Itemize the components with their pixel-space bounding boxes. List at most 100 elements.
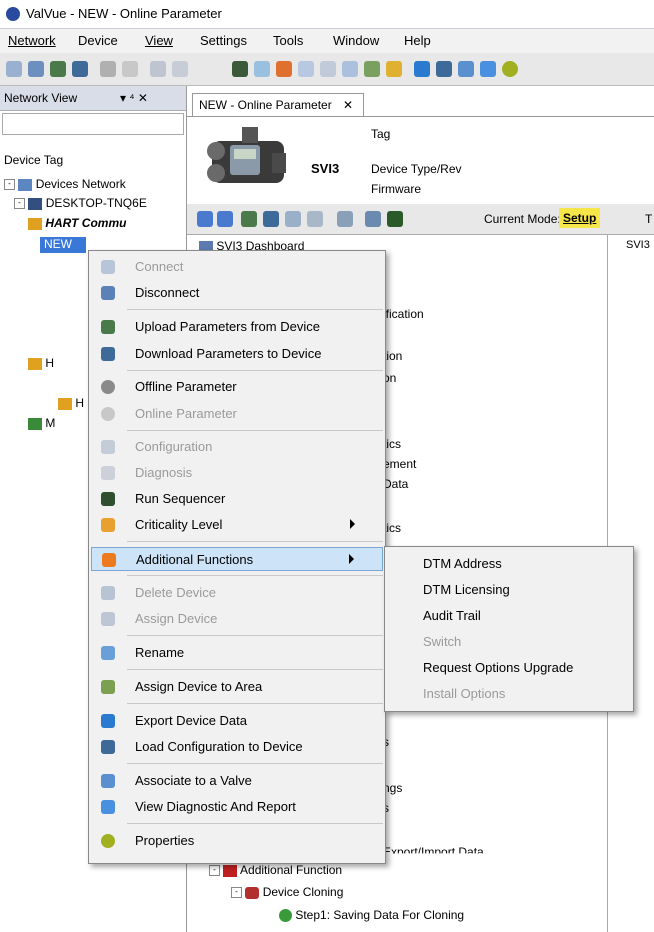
toolbar-sequencer-icon[interactable] xyxy=(232,61,248,77)
menu-upload-parameters[interactable]: Upload Parameters from Device xyxy=(89,315,385,339)
menu-diagnosis[interactable]: Diagnosis xyxy=(89,461,385,485)
upload-disabled-icon[interactable] xyxy=(285,211,301,227)
menu-additional-functions[interactable]: Additional Functions xyxy=(91,547,383,571)
window2-icon[interactable] xyxy=(217,211,233,227)
menu-rename[interactable]: Rename xyxy=(89,641,385,665)
menu-window[interactable]: Window xyxy=(333,33,379,48)
tree-label: HART Commu xyxy=(45,216,127,230)
menu-properties[interactable]: Properties xyxy=(89,829,385,853)
grid-icon[interactable] xyxy=(337,211,353,227)
download-disabled-icon[interactable] xyxy=(307,211,323,227)
tree-node-step1[interactable]: Step1: Saving Data For Cloning xyxy=(279,908,464,923)
tree-label: NEW xyxy=(44,237,72,251)
menu-assign-device[interactable]: Assign Device xyxy=(89,607,385,631)
menu-network[interactable]: Network xyxy=(8,33,56,48)
tab-online-parameter[interactable]: NEW - Online Parameter ✕ xyxy=(192,93,364,116)
menu-separator xyxy=(127,763,383,764)
upload-icon[interactable] xyxy=(241,211,257,227)
toolbar-connect-icon[interactable] xyxy=(6,61,22,77)
tree-node-export-import[interactable]: Export/Import Data xyxy=(383,845,484,853)
sequencer-icon xyxy=(101,492,115,506)
tree-item-devices-network[interactable]: - Devices Network xyxy=(4,177,126,191)
collapse-icon[interactable]: - xyxy=(231,887,242,899)
toolbar-assign-icon[interactable] xyxy=(320,61,336,77)
collapse-icon[interactable]: - xyxy=(4,179,15,191)
tree-item-m[interactable]: M xyxy=(28,416,55,430)
toolbar-load-config-icon[interactable] xyxy=(436,61,452,77)
window-icon[interactable] xyxy=(197,211,213,227)
toolbar-diagnosis-icon[interactable] xyxy=(172,61,188,77)
menu-settings[interactable]: Settings xyxy=(200,33,247,48)
menu-help[interactable]: Help xyxy=(404,33,431,48)
menu-run-sequencer[interactable]: Run Sequencer xyxy=(89,487,385,511)
tree-item-new-selected[interactable]: NEW xyxy=(40,237,86,253)
submenu-request-options-upgrade[interactable]: Request Options Upgrade xyxy=(385,655,633,681)
menu-load-configuration[interactable]: Load Configuration to Device xyxy=(89,735,385,759)
submenu-arrow-icon xyxy=(349,554,354,564)
network-search-input[interactable] xyxy=(2,113,184,135)
menu-configuration[interactable]: Configuration xyxy=(89,435,385,459)
monitor-icon[interactable] xyxy=(387,211,403,227)
menu-view-diagnostic-report[interactable]: View Diagnostic And Report xyxy=(89,795,385,819)
tree-node-additional-function[interactable]: - Additional Function xyxy=(209,863,342,877)
tree-item-desktop[interactable]: - DESKTOP-TNQ6E xyxy=(14,196,147,210)
toolbar-config-icon[interactable] xyxy=(150,61,166,77)
toolbar-properties-icon[interactable] xyxy=(502,61,518,77)
menu-online-parameter[interactable]: Online Parameter xyxy=(89,402,385,426)
menu-offline-parameter[interactable]: Offline Parameter xyxy=(89,375,385,399)
toolbar-chart-icon[interactable] xyxy=(254,61,270,77)
menu-bar: Network Device View Settings Tools Windo… xyxy=(0,29,654,53)
toolbar-export-icon[interactable] xyxy=(414,61,430,77)
toolbar-function-icon[interactable] xyxy=(276,61,292,77)
tree-node-device-cloning[interactable]: - Device Cloning xyxy=(231,885,343,899)
toolbar-disconnect-icon[interactable] xyxy=(28,61,44,77)
device-type-rev-label: Device Type/Rev xyxy=(371,162,462,176)
tree-node-partial[interactable]: ification xyxy=(383,307,424,321)
print-icon[interactable] xyxy=(365,211,381,227)
collapse-icon[interactable]: - xyxy=(14,198,25,210)
toolbar-folder-icon[interactable] xyxy=(386,61,402,77)
panel-pin-close-icons[interactable]: ▾ ⁴ ✕ xyxy=(120,91,148,105)
menu-connect[interactable]: Connect xyxy=(89,255,385,279)
menu-associate-valve[interactable]: Associate to a Valve xyxy=(89,769,385,793)
toolbar-delete-icon[interactable] xyxy=(298,61,314,77)
load-config-icon xyxy=(101,740,115,754)
tree-item-h2[interactable]: H xyxy=(58,396,84,410)
tree-item-h1[interactable]: H xyxy=(28,356,54,370)
toolbar-area-icon[interactable] xyxy=(364,61,380,77)
toolbar-valve-icon[interactable] xyxy=(458,61,474,77)
toolbar-offline-icon[interactable] xyxy=(100,61,116,77)
tab-close-icon[interactable]: ✕ xyxy=(343,98,353,112)
tree-node-partial[interactable]: ement xyxy=(383,457,416,471)
device-model: SVI3 xyxy=(311,161,340,176)
toolbar-download-icon[interactable] xyxy=(72,61,88,77)
submenu-dtm-licensing[interactable]: DTM Licensing xyxy=(385,577,633,603)
collapse-icon[interactable]: - xyxy=(209,865,220,877)
menu-device[interactable]: Device xyxy=(78,33,118,48)
tree-node-label: Device Cloning xyxy=(262,885,344,899)
submenu-dtm-address[interactable]: DTM Address xyxy=(385,551,633,577)
menu-separator xyxy=(127,309,383,310)
menu-assign-device-to-area[interactable]: Assign Device to Area xyxy=(89,675,385,699)
menu-view[interactable]: View xyxy=(145,33,173,48)
submenu-switch[interactable]: Switch xyxy=(385,629,633,655)
menu-disconnect[interactable]: Disconnect xyxy=(89,281,385,305)
menu-tools[interactable]: Tools xyxy=(273,33,303,48)
menu-criticality-level[interactable]: Criticality Level xyxy=(89,513,385,537)
toolbar-upload-icon[interactable] xyxy=(50,61,66,77)
toolbar-online-icon[interactable] xyxy=(122,61,138,77)
toolbar-rename-icon[interactable] xyxy=(342,61,358,77)
download-icon[interactable] xyxy=(263,211,279,227)
step-icon xyxy=(279,909,292,923)
firmware-label: Firmware xyxy=(371,182,421,196)
submenu-install-options[interactable]: Install Options xyxy=(385,681,633,707)
current-mode-setup[interactable]: Setup xyxy=(559,208,601,228)
menu-export-device-data[interactable]: Export Device Data xyxy=(89,709,385,733)
menu-download-parameters[interactable]: Download Parameters to Device xyxy=(89,342,385,366)
toolbar-report-icon[interactable] xyxy=(480,61,496,77)
tree-item-hart-comm[interactable]: HART Commu xyxy=(28,216,126,230)
tree-node-partial[interactable]: Data xyxy=(383,477,408,491)
submenu-audit-trail[interactable]: Audit Trail xyxy=(385,603,633,629)
menu-delete-device[interactable]: Delete Device xyxy=(89,581,385,605)
properties-icon xyxy=(101,834,115,848)
